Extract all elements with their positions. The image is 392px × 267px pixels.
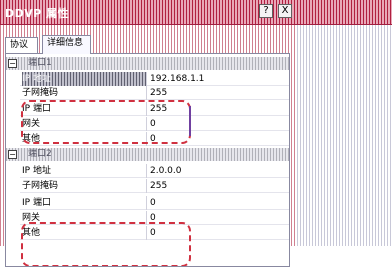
property-value[interactable]: 255 — [150, 102, 167, 116]
column-divider — [146, 211, 147, 225]
property-row[interactable]: IP 端口 0 — [20, 196, 289, 210]
property-name: 子网掩码 — [22, 181, 59, 191]
tab-protocol[interactable]: 协议 — [5, 37, 38, 53]
property-value[interactable]: 2.0.0.0 — [150, 164, 182, 178]
column-divider — [146, 117, 147, 131]
column-divider — [146, 196, 147, 210]
column-divider — [146, 179, 147, 193]
property-row[interactable]: 网关 0 — [20, 117, 289, 131]
property-name: 子网掩码 — [22, 88, 59, 98]
column-divider — [146, 72, 147, 86]
property-row[interactable]: IP 端口 255 — [20, 102, 289, 116]
column-divider — [146, 102, 147, 116]
property-value[interactable]: 255 — [150, 179, 167, 193]
property-row[interactable]: IP 地址 2.0.0.0 — [20, 164, 289, 178]
property-name: 网关 — [22, 213, 41, 223]
property-row[interactable]: 其他 0 — [20, 132, 289, 146]
property-value[interactable]: 0 — [150, 211, 156, 225]
property-name: IP 端口 — [22, 198, 51, 208]
property-name: 网关 — [22, 119, 41, 129]
properties-dialog: DDVP 属性 ? X 协议 详细信息 − 端口1 IP 地址 192.168.… — [0, 0, 392, 267]
property-row[interactable]: IP 地址 192.168.1.1 — [20, 72, 289, 86]
property-value[interactable]: 0 — [150, 196, 156, 210]
group-header-port2[interactable]: − 端口2 — [6, 148, 289, 161]
window-title: DDVP 属性 — [5, 7, 70, 20]
property-row[interactable]: 其他 0 — [20, 226, 289, 240]
tab-details[interactable]: 详细信息 — [42, 35, 91, 54]
collapse-icon[interactable]: − — [8, 150, 17, 159]
column-divider — [146, 164, 147, 178]
group-label: 端口1 — [28, 58, 52, 68]
group-label: 端口2 — [28, 149, 52, 159]
property-name: IP 端口 — [22, 104, 51, 114]
property-name: 其他 — [22, 228, 41, 238]
property-name: IP 地址 — [22, 72, 146, 86]
property-row[interactable]: 子网掩码 255 — [20, 86, 289, 100]
property-value[interactable]: 192.168.1.1 — [150, 72, 204, 86]
property-row[interactable]: 子网掩码 255 — [20, 179, 289, 193]
group-header-port1[interactable]: − 端口1 — [6, 57, 289, 70]
property-value[interactable]: 255 — [150, 86, 167, 100]
property-row[interactable]: 网关 0 — [20, 211, 289, 225]
property-value[interactable]: 0 — [150, 117, 156, 131]
column-divider — [146, 132, 147, 146]
property-grid: − 端口1 IP 地址 192.168.1.1 子网掩码 255 IP 端口 2… — [5, 53, 290, 267]
property-value[interactable]: 0 — [150, 226, 156, 240]
dialog-body: 协议 详细信息 − 端口1 IP 地址 192.168.1.1 子网掩码 255… — [0, 25, 296, 267]
column-divider — [146, 86, 147, 100]
accent-mark — [189, 106, 191, 136]
collapse-icon[interactable]: − — [8, 59, 17, 68]
close-button[interactable]: X — [278, 4, 292, 18]
property-name: IP 地址 — [22, 166, 51, 176]
column-divider — [146, 226, 147, 240]
property-value[interactable]: 0 — [150, 132, 156, 146]
help-button[interactable]: ? — [259, 4, 273, 18]
title-bar[interactable]: DDVP 属性 ? X — [0, 0, 392, 25]
property-name: 其他 — [22, 134, 41, 144]
